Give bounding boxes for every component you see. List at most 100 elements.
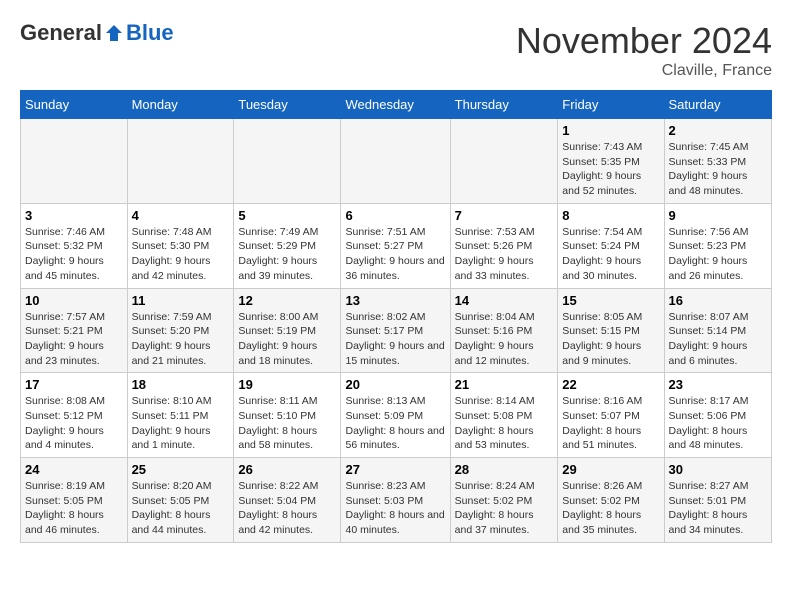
- calendar-cell: 18Sunrise: 8:10 AMSunset: 5:11 PMDayligh…: [127, 373, 234, 458]
- calendar-cell: 30 Sunrise: 8:27 AMSunset: 5:01 PMDayligh…: [664, 458, 771, 543]
- calendar-cell: 22 Sunrise: 8:16 AMSunset: 5:07 PMDayligh…: [558, 373, 664, 458]
- calendar-week-4: 24 Sunrise: 8:19 AMSunset: 5:05 PMDayligh…: [21, 458, 772, 543]
- day-info: Sunrise: 7:53 AMSunset: 5:26 PMDaylight:…: [455, 225, 554, 284]
- day-info: Sunrise: 8:17 AMSunset: 5:06 PMDaylight:…: [669, 394, 767, 453]
- calendar-cell: [21, 119, 128, 204]
- weekday-header-monday: Monday: [127, 91, 234, 119]
- day-info: Sunrise: 7:48 AMSunset: 5:30 PMDaylight:…: [132, 225, 230, 284]
- day-number: 8: [562, 208, 659, 223]
- calendar-week-0: 1 Sunrise: 7:43 AMSunset: 5:35 PMDaylight…: [21, 119, 772, 204]
- day-number: 11: [132, 293, 230, 308]
- weekday-header-sunday: Sunday: [21, 91, 128, 119]
- day-info: Sunrise: 7:51 AMSunset: 5:27 PMDaylight:…: [345, 225, 445, 284]
- day-info: Sunrise: 8:10 AMSunset: 5:11 PMDaylight:…: [132, 394, 230, 453]
- calendar-cell: [234, 119, 341, 204]
- calendar-cell: 28Sunrise: 8:24 AMSunset: 5:02 PMDayligh…: [450, 458, 558, 543]
- day-number: 26: [238, 462, 336, 477]
- calendar-cell: 8 Sunrise: 7:54 AMSunset: 5:24 PMDaylight…: [558, 203, 664, 288]
- logo-icon: [104, 23, 124, 43]
- calendar-cell: 23 Sunrise: 8:17 AMSunset: 5:06 PMDayligh…: [664, 373, 771, 458]
- calendar-cell: [127, 119, 234, 204]
- day-number: 21: [455, 377, 554, 392]
- day-number: 24: [25, 462, 123, 477]
- day-number: 13: [345, 293, 445, 308]
- calendar-cell: 27 Sunrise: 8:23 AMSunset: 5:03 PMDayligh…: [341, 458, 450, 543]
- calendar-cell: 11 Sunrise: 7:59 AMSunset: 5:20 PMDayligh…: [127, 288, 234, 373]
- weekday-header-tuesday: Tuesday: [234, 91, 341, 119]
- day-info: Sunrise: 7:57 AMSunset: 5:21 PMDaylight:…: [25, 310, 123, 369]
- day-number: 20: [345, 377, 445, 392]
- day-number: 25: [132, 462, 230, 477]
- day-info: Sunrise: 8:26 AMSunset: 5:02 PMDaylight:…: [562, 479, 659, 538]
- month-title: November 2024: [516, 20, 772, 62]
- logo-blue: Blue: [126, 20, 174, 46]
- day-info: Sunrise: 7:46 AMSunset: 5:32 PMDaylight:…: [25, 225, 123, 284]
- calendar-cell: 10 Sunrise: 7:57 AMSunset: 5:21 PMDayligh…: [21, 288, 128, 373]
- weekday-header-row: SundayMondayTuesdayWednesdayThursdayFrid…: [21, 91, 772, 119]
- day-number: 30: [669, 462, 767, 477]
- day-number: 19: [238, 377, 336, 392]
- title-block: November 2024 Claville, France: [516, 20, 772, 80]
- day-number: 12: [238, 293, 336, 308]
- calendar-cell: 15Sunrise: 8:05 AMSunset: 5:15 PMDayligh…: [558, 288, 664, 373]
- calendar-week-3: 17 Sunrise: 8:08 AMSunset: 5:12 PMDayligh…: [21, 373, 772, 458]
- calendar-cell: 12 Sunrise: 8:00 AMSunset: 5:19 PMDayligh…: [234, 288, 341, 373]
- day-info: Sunrise: 7:54 AMSunset: 5:24 PMDaylight:…: [562, 225, 659, 284]
- calendar-cell: 7 Sunrise: 7:53 AMSunset: 5:26 PMDaylight…: [450, 203, 558, 288]
- calendar-cell: 24 Sunrise: 8:19 AMSunset: 5:05 PMDayligh…: [21, 458, 128, 543]
- day-number: 27: [345, 462, 445, 477]
- day-number: 9: [669, 208, 767, 223]
- calendar-cell: 19 Sunrise: 8:11 AMSunset: 5:10 PMDayligh…: [234, 373, 341, 458]
- day-number: 5: [238, 208, 336, 223]
- calendar-cell: 20Sunrise: 8:13 AMSunset: 5:09 PMDayligh…: [341, 373, 450, 458]
- day-info: Sunrise: 7:59 AMSunset: 5:20 PMDaylight:…: [132, 310, 230, 369]
- day-info: Sunrise: 8:19 AMSunset: 5:05 PMDaylight:…: [25, 479, 123, 538]
- day-info: Sunrise: 8:07 AMSunset: 5:14 PMDaylight:…: [669, 310, 767, 369]
- day-number: 29: [562, 462, 659, 477]
- calendar-cell: 29 Sunrise: 8:26 AMSunset: 5:02 PMDayligh…: [558, 458, 664, 543]
- day-info: Sunrise: 8:02 AMSunset: 5:17 PMDaylight:…: [345, 310, 445, 369]
- day-number: 6: [345, 208, 445, 223]
- day-number: 1: [562, 123, 659, 138]
- calendar-cell: [450, 119, 558, 204]
- calendar-week-2: 10 Sunrise: 7:57 AMSunset: 5:21 PMDayligh…: [21, 288, 772, 373]
- day-number: 10: [25, 293, 123, 308]
- calendar-cell: 13 Sunrise: 8:02 AMSunset: 5:17 PMDayligh…: [341, 288, 450, 373]
- calendar-cell: 16 Sunrise: 8:07 AMSunset: 5:14 PMDayligh…: [664, 288, 771, 373]
- day-info: Sunrise: 8:08 AMSunset: 5:12 PMDaylight:…: [25, 394, 123, 453]
- day-info: Sunrise: 7:49 AMSunset: 5:29 PMDaylight:…: [238, 225, 336, 284]
- logo: General Blue: [20, 20, 174, 46]
- calendar-cell: 14Sunrise: 8:04 AMSunset: 5:16 PMDayligh…: [450, 288, 558, 373]
- day-number: 23: [669, 377, 767, 392]
- calendar-body: 1 Sunrise: 7:43 AMSunset: 5:35 PMDaylight…: [21, 119, 772, 543]
- calendar-cell: 4Sunrise: 7:48 AMSunset: 5:30 PMDaylight…: [127, 203, 234, 288]
- day-number: 16: [669, 293, 767, 308]
- day-info: Sunrise: 7:43 AMSunset: 5:35 PMDaylight:…: [562, 140, 659, 199]
- day-info: Sunrise: 8:27 AMSunset: 5:01 PMDaylight:…: [669, 479, 767, 538]
- day-info: Sunrise: 8:11 AMSunset: 5:10 PMDaylight:…: [238, 394, 336, 453]
- calendar-week-1: 3 Sunrise: 7:46 AMSunset: 5:32 PMDaylight…: [21, 203, 772, 288]
- day-number: 15: [562, 293, 659, 308]
- day-info: Sunrise: 8:14 AMSunset: 5:08 PMDaylight:…: [455, 394, 554, 453]
- calendar-cell: [341, 119, 450, 204]
- weekday-header-wednesday: Wednesday: [341, 91, 450, 119]
- day-number: 3: [25, 208, 123, 223]
- weekday-header-saturday: Saturday: [664, 91, 771, 119]
- day-number: 2: [669, 123, 767, 138]
- day-info: Sunrise: 8:00 AMSunset: 5:19 PMDaylight:…: [238, 310, 336, 369]
- day-number: 28: [455, 462, 554, 477]
- weekday-header-thursday: Thursday: [450, 91, 558, 119]
- calendar-cell: 2Sunrise: 7:45 AMSunset: 5:33 PMDaylight…: [664, 119, 771, 204]
- day-info: Sunrise: 8:23 AMSunset: 5:03 PMDaylight:…: [345, 479, 445, 538]
- calendar-table: SundayMondayTuesdayWednesdayThursdayFrid…: [20, 90, 772, 543]
- day-number: 17: [25, 377, 123, 392]
- day-number: 22: [562, 377, 659, 392]
- day-info: Sunrise: 8:16 AMSunset: 5:07 PMDaylight:…: [562, 394, 659, 453]
- day-info: Sunrise: 8:04 AMSunset: 5:16 PMDaylight:…: [455, 310, 554, 369]
- calendar-cell: 3 Sunrise: 7:46 AMSunset: 5:32 PMDaylight…: [21, 203, 128, 288]
- calendar-cell: 26Sunrise: 8:22 AMSunset: 5:04 PMDayligh…: [234, 458, 341, 543]
- day-info: Sunrise: 8:20 AMSunset: 5:05 PMDaylight:…: [132, 479, 230, 538]
- location: Claville, France: [516, 62, 772, 80]
- day-info: Sunrise: 7:56 AMSunset: 5:23 PMDaylight:…: [669, 225, 767, 284]
- day-number: 7: [455, 208, 554, 223]
